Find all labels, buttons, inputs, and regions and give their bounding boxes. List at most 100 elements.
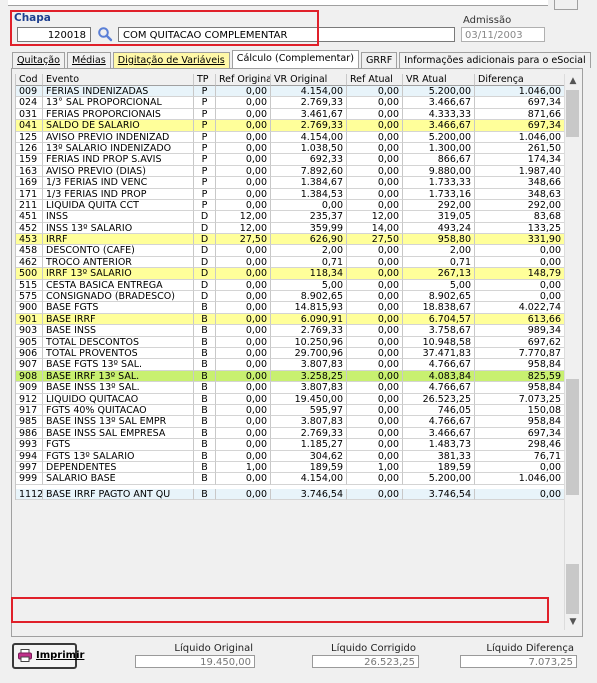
cell-ref-atual: 0,00 [347,336,403,348]
cell-tp: B [194,302,216,314]
table-row[interactable]: 997 DEPENDENTES B 1,00 189,59 1,00 189,59 0,00 [16,461,565,474]
table-row[interactable]: 907 BASE FGTS 13º SAL. B 0,00 3.807,83 0,00 4.… [16,359,565,371]
cell-tp: D [194,234,216,246]
col-header-cod[interactable]: Cod [16,74,43,86]
table-row[interactable]: 908 BASE IRRF 13º SAL. B 0,00 3.258,25 0,00 4.… [16,370,565,383]
cell-vr-original: 1.384,53 [271,188,347,200]
table-row[interactable]: 905 TOTAL DESCONTOS B 0,00 10.250,96 0,00 10.9… [16,336,565,348]
table-row[interactable]: 453 IRRF D 27,50 626,90 27,50 958,80 331,90 [16,234,565,246]
cell-tp: P [194,97,216,109]
tab-medias[interactable]: Médias [66,52,111,68]
table-row[interactable]: 1112 BASE IRRF PAGTO ANT QU B 0,00 3.746,54 0… [16,488,565,501]
printer-icon [18,649,32,662]
cell-diferenca: 1.046,00 [475,131,565,143]
cell-vr-atual: 5.200,00 [403,131,475,143]
table-row[interactable]: 159 FERIAS IND PROP S.AVIS P 0,00 692,33 0,00… [16,154,565,166]
table-row[interactable]: 171 1/3 FERIAS IND PROP P 0,00 1.384,53 0,00 1… [16,188,565,200]
cell-vr-atual: 4.083,84 [403,370,475,383]
grid-scrollbar[interactable]: ▲ ▼ [564,74,581,630]
table-row[interactable]: 994 FGTS 13º SALARIO B 0,00 304,62 0,00 381,33… [16,450,565,462]
col-header-vr-atual[interactable]: VR Atual [403,74,475,86]
tab-quitacao[interactable]: Quitação [12,52,65,68]
table-row[interactable]: 009 FERIAS INDENIZADAS P 0,00 4.154,00 0,00 5.… [16,86,565,98]
table-row[interactable]: 515 CESTA BASICA ENTREGA D 0,00 5,00 0,00 5,00… [16,279,565,292]
liquido-original-label: Líquido Original [174,643,253,654]
table-row[interactable]: 458 DESCONTO (CAFE) D 0,00 2,00 0,00 2,00 0,00 [16,245,565,257]
table-row[interactable]: 500 IRRF 13º SALARIO D 0,00 118,34 0,00 267,13… [16,268,565,280]
tab-digitacao-variaveis[interactable]: Digitação de Variáveis [112,52,230,68]
cell-vr-original: 2.769,33 [271,120,347,132]
cell-cod: 997 [16,461,43,474]
scroll-up-icon[interactable]: ▲ [565,74,581,89]
cell-ref-atual: 0,00 [347,131,403,143]
table-row[interactable]: 024 13° SAL PROPORCIONAL P 0,00 2.769,33 0,00… [16,97,565,109]
col-header-diferenca[interactable]: Diferença [475,74,565,86]
scroll-down-icon[interactable]: ▼ [565,615,581,630]
table-row[interactable]: 903 BASE INSS B 0,00 2.769,33 0,00 3.758,67 989… [16,325,565,337]
table-row[interactable]: 917 FGTS 40% QUITACAO B 0,00 595,97 0,00 746,0… [16,404,565,417]
cell-evento: BASE INSS 13º SAL. [43,382,194,394]
scroll-thumb-bottom[interactable] [566,564,579,614]
cell-evento: BASE INSS [43,325,194,337]
cell-diferenca: 0,00 [475,291,565,303]
tab-esocial[interactable]: Informações adicionais para o eSocial [399,52,591,68]
cell-vr-atual: 189,59 [403,461,475,474]
cell-evento: FGTS 40% QUITACAO [43,404,194,417]
cell-vr-original: 6.090,91 [271,313,347,326]
table-row[interactable]: 169 1/3 FERIAS IND VENC P 0,00 1.384,67 0,00 1… [16,177,565,189]
table-row[interactable]: 986 BASE INSS SAL EMPRESA B 0,00 2.769,33 0,0… [16,427,565,440]
liquido-corrigido-field: 26.523,25 [312,655,419,668]
cell-cod: 908 [16,370,43,383]
table-row[interactable]: 163 AVISO PREVIO (DIAS) P 0,00 7.892,60 0,00 9… [16,165,565,178]
table-row[interactable]: 462 TROCO ANTERIOR D 0,00 0,71 0,00 0,71 0,00 [16,256,565,269]
cell-cod: 907 [16,359,43,371]
cell-ref-atual: 0,00 [347,256,403,269]
cell-vr-original: 3.807,83 [271,382,347,394]
table-row[interactable]: 906 TOTAL PROVENTOS B 0,00 29.700,96 0,00 37.4… [16,347,565,360]
cell-ref-original: 0,00 [216,131,271,143]
cell-vr-original: 235,37 [271,211,347,223]
chapa-code-field[interactable]: 120018 [17,27,91,42]
col-header-ref-original[interactable]: Ref Original [216,74,271,86]
col-header-tp[interactable]: TP [194,74,216,86]
cell-ref-atual: 0,00 [347,313,403,326]
table-row[interactable]: 999 SALARIO BASE B 0,00 4.154,00 0,00 5.200,00… [16,473,565,485]
table-row[interactable]: 211 LIQUIDA QUITA CCT P 0,00 0,00 0,00 292,00 2… [16,199,565,212]
table-row[interactable]: 041 SALDO DE SALARIO P 0,00 2.769,33 0,00 3.46… [16,120,565,132]
table-row[interactable]: 909 BASE INSS 13º SAL. B 0,00 3.807,83 0,00 4.… [16,382,565,394]
table-row[interactable]: 900 BASE FGTS B 0,00 14.815,93 0,00 18.838,67 4… [16,302,565,314]
search-icon[interactable] [97,26,113,42]
table-row[interactable]: 126 13º SALARIO INDENIZADO P 0,00 1.038,50 0,… [16,142,565,155]
cell-cod: 575 [16,291,43,303]
table-row[interactable]: 912 LIQUIDO QUITACAO B 0,00 19.450,00 0,00 26.… [16,393,565,405]
table-row[interactable]: 985 BASE INSS 13º SAL EMPR B 0,00 3.807,83 0,… [16,416,565,428]
col-header-ref-atual[interactable]: Ref Atual [347,74,403,86]
admissao-label: Admissão [463,15,512,26]
cell-tp: D [194,268,216,280]
cell-ref-atual: 0,00 [347,97,403,109]
table-row[interactable]: 575 CONSIGNADO (BRADESCO) D 0,00 8.902,65 0,0… [16,291,565,303]
scroll-thumb-top[interactable] [566,90,579,137]
cell-tp: D [194,256,216,269]
tab-grrf[interactable]: GRRF [360,52,398,68]
table-row[interactable]: 993 FGTS B 0,00 1.185,27 0,00 1.483,73 298,46 [16,439,565,451]
scroll-thumb[interactable] [566,379,579,495]
col-header-evento[interactable]: Evento [43,74,194,86]
table-row[interactable]: 451 INSS D 12,00 235,37 12,00 319,05 83,68 [16,211,565,223]
cell-cod: 126 [16,142,43,155]
cell-vr-atual: 18.838,67 [403,302,475,314]
cell-cod: 458 [16,245,43,257]
cell-vr-atual: 5.200,00 [403,473,475,485]
cell-ref-original: 0,00 [216,245,271,257]
table-row[interactable]: 031 FERIAS PROPORCIONAIS P 0,00 3.461,67 0,00… [16,108,565,121]
col-header-vr-original[interactable]: VR Original [271,74,347,86]
employee-name-field[interactable]: COM QUITACAO COMPLEMENTAR [118,27,455,42]
cell-ref-atual: 0,00 [347,188,403,200]
table-row[interactable]: 125 AVISO PREVIO INDENIZAD P 0,00 4.154,00 0,… [16,131,565,143]
cell-vr-atual: 3.758,67 [403,325,475,337]
tab-calculo-complementar[interactable]: Cálculo (Complementar) [231,50,359,68]
cell-ref-atual: 0,00 [347,177,403,189]
cell-diferenca: 958,84 [475,382,565,394]
table-row[interactable]: 452 INSS 13º SALARIO D 12,00 359,99 14,00 493,… [16,222,565,235]
table-row[interactable]: 901 BASE IRRF B 0,00 6.090,91 0,00 6.704,57 613… [16,313,565,326]
